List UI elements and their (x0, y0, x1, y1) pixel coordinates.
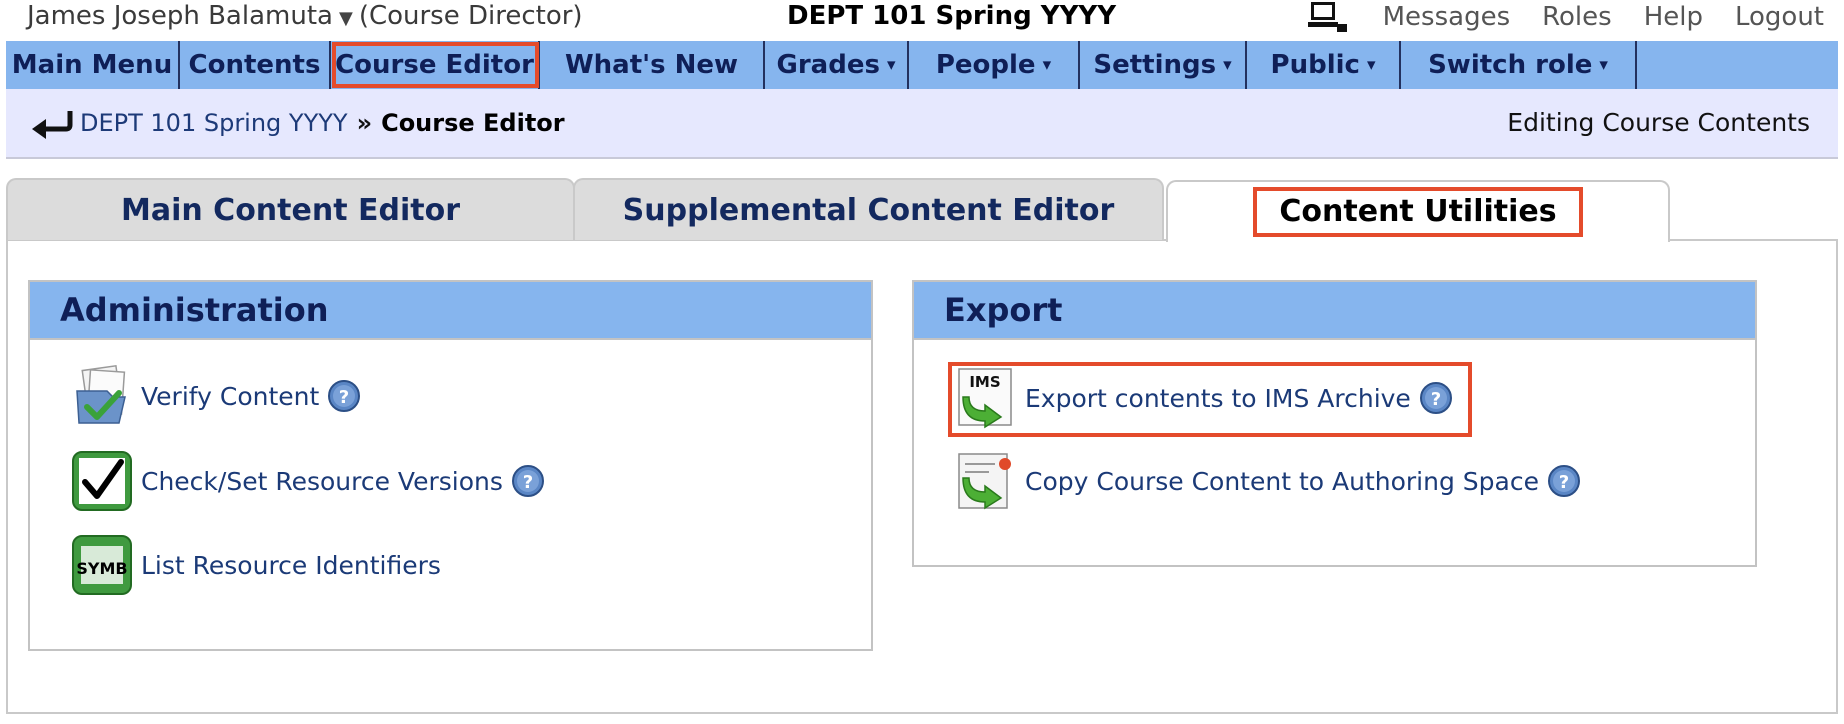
help-icon[interactable]: ? (511, 464, 545, 498)
help-link[interactable]: Help (1644, 1, 1703, 33)
nav-course-editor[interactable]: Course Editor (331, 41, 540, 89)
main-nav: Main Menu Contents Course Editor What's … (6, 41, 1838, 89)
tab-label: Content Utilities (1253, 187, 1583, 237)
logout-link[interactable]: Logout (1735, 1, 1824, 33)
checkmark-icon (72, 451, 132, 511)
symb-icon: SYMB (72, 535, 132, 595)
check-set-resource-versions-row[interactable]: Check/Set Resource Versions ? (71, 450, 545, 512)
user-role: (Course Director) (358, 1, 583, 31)
tab-main-content-editor[interactable]: Main Content Editor (6, 178, 575, 240)
tab-label: Supplemental Content Editor (622, 192, 1115, 228)
administration-title: Administration (30, 282, 871, 340)
copy-to-authoring-space-row[interactable]: Copy Course Content to Authoring Space ? (955, 450, 1581, 512)
nav-label: Grades (776, 50, 880, 80)
chevron-down-icon: ▾ (1366, 55, 1376, 75)
export-ims-archive-row[interactable]: IMS Export contents to IMS Archive ? (955, 367, 1453, 429)
nav-contents[interactable]: Contents (180, 41, 331, 89)
svg-text:?: ? (1431, 389, 1441, 410)
tab-supplemental-content-editor[interactable]: Supplemental Content Editor (573, 178, 1164, 240)
computer-icon[interactable] (1305, 0, 1349, 34)
svg-text:?: ? (339, 387, 349, 408)
nav-label: Main Menu (11, 50, 173, 80)
breadcrumb-bar: DEPT 101 Spring YYYY » Course Editor Editi… (6, 89, 1838, 159)
active-tab-gap (1169, 238, 1667, 242)
nav-label: Switch role (1428, 50, 1593, 80)
nav-main-menu[interactable]: Main Menu (6, 41, 180, 89)
symb-icon-text: SYMB (76, 559, 127, 578)
nav-label: Public (1270, 50, 1360, 80)
nav-label: Settings (1093, 50, 1217, 80)
export-ims-archive-link[interactable]: Export contents to IMS Archive (1025, 384, 1411, 413)
ims-icon-text: IMS (969, 373, 1000, 391)
help-icon[interactable]: ? (1547, 464, 1581, 498)
breadcrumb: DEPT 101 Spring YYYY » Course Editor (80, 107, 565, 139)
chevron-down-icon: ▾ (1223, 55, 1232, 75)
nav-label: What's New (564, 50, 739, 80)
verify-content-row[interactable]: Verify Content ? (71, 365, 361, 427)
user-menu-caret-icon[interactable]: ▼ (339, 8, 353, 29)
breadcrumb-current: Course Editor (381, 109, 565, 137)
svg-text:?: ? (1559, 472, 1569, 493)
breadcrumb-separator: » (356, 109, 373, 137)
verify-content-link[interactable]: Verify Content (141, 382, 319, 411)
nav-label: Contents (188, 50, 321, 80)
help-icon[interactable]: ? (327, 379, 361, 413)
back-arrow-icon[interactable] (30, 109, 76, 139)
course-title: DEPT 101 Spring YYYY (787, 1, 1117, 31)
nav-people[interactable]: People ▾ (909, 41, 1080, 89)
list-resource-identifiers-row[interactable]: SYMB List Resource Identifiers (71, 534, 441, 596)
nav-public[interactable]: Public ▾ (1247, 41, 1401, 89)
user-menu[interactable]: James Joseph Balamuta ▼ (Course Director) (27, 0, 583, 35)
messages-link[interactable]: Messages (1383, 1, 1511, 33)
verify-content-icon (76, 365, 126, 424)
roles-link[interactable]: Roles (1542, 1, 1612, 33)
breadcrumb-course-link[interactable]: DEPT 101 Spring YYYY (80, 109, 348, 137)
chevron-down-icon: ▾ (886, 55, 896, 75)
page-status: Editing Course Contents (1507, 108, 1810, 137)
tab-label: Main Content Editor (121, 192, 460, 228)
nav-whats-new[interactable]: What's New (540, 41, 765, 89)
user-name[interactable]: James Joseph Balamuta (27, 1, 333, 31)
copy-to-authoring-space-link[interactable]: Copy Course Content to Authoring Space (1025, 467, 1539, 496)
chevron-down-icon: ▾ (1042, 55, 1052, 75)
export-title: Export (914, 282, 1755, 340)
tab-content-utilities[interactable]: Content Utilities (1166, 180, 1670, 242)
help-icon[interactable]: ? (1419, 381, 1453, 415)
ims-export-icon: IMS (958, 368, 1012, 429)
top-user-bar: James Joseph Balamuta ▼ (Course Director) … (0, 0, 1844, 38)
nav-grades[interactable]: Grades ▾ (765, 41, 909, 89)
list-resource-identifiers-link[interactable]: List Resource Identifiers (141, 551, 441, 580)
copy-content-icon (958, 453, 1011, 510)
top-links: Messages Roles Help Logout (1305, 0, 1824, 34)
nav-settings[interactable]: Settings ▾ (1080, 41, 1247, 89)
chevron-down-icon: ▾ (1599, 55, 1608, 75)
check-set-resource-versions-link[interactable]: Check/Set Resource Versions (141, 467, 503, 496)
nav-label: People (935, 50, 1036, 80)
nav-switch-role[interactable]: Switch role ▾ (1401, 41, 1637, 89)
svg-text:?: ? (523, 472, 533, 493)
nav-label: Course Editor (335, 50, 534, 80)
